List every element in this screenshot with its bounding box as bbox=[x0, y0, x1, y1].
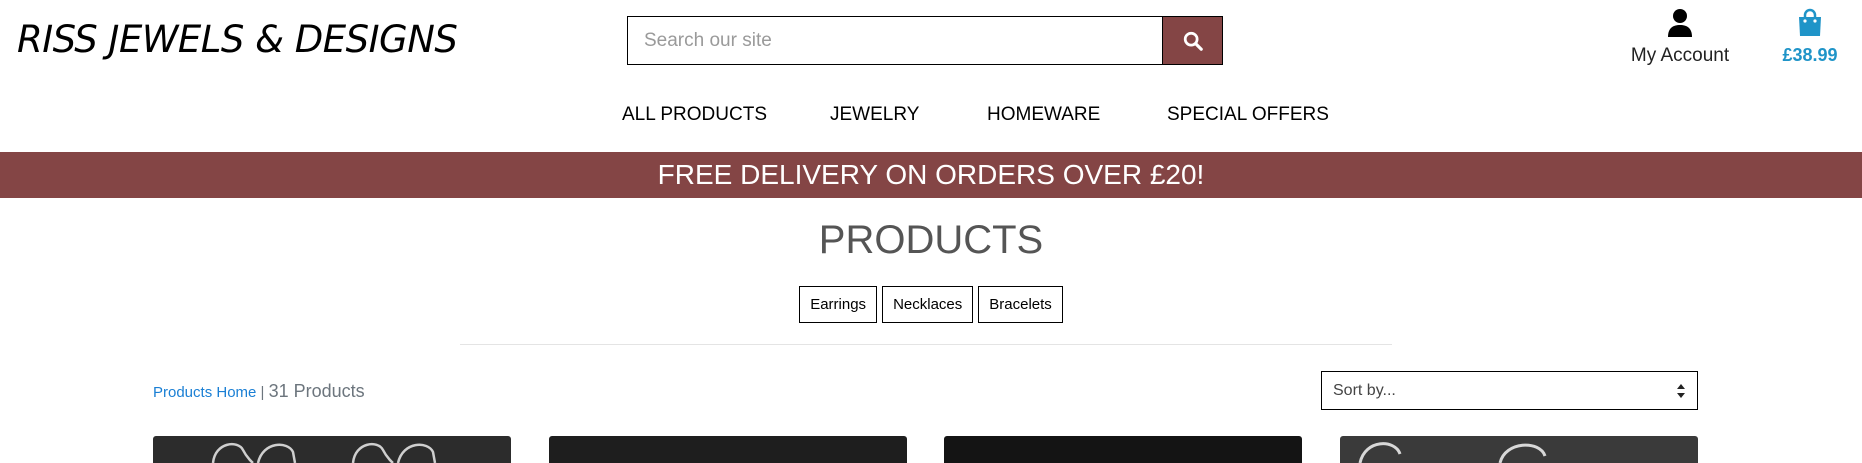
section-divider bbox=[460, 344, 1392, 345]
category-filters: Earrings Necklaces Bracelets bbox=[0, 286, 1862, 323]
sort-arrows-icon bbox=[1677, 383, 1685, 398]
product-photo bbox=[549, 436, 907, 463]
search-form bbox=[627, 16, 1223, 65]
page-title: PRODUCTS bbox=[818, 218, 1044, 262]
category-earrings-button[interactable]: Earrings bbox=[799, 286, 878, 323]
earring-photo bbox=[1340, 436, 1698, 463]
cart-total: £38.99 bbox=[1782, 45, 1838, 65]
breadcrumb-separator: | bbox=[260, 384, 265, 401]
my-account-label: My Account bbox=[1630, 45, 1730, 66]
main-nav: ALL PRODUCTS JEWELRY HOMEWARE SPECIAL OF… bbox=[0, 104, 1862, 130]
breadcrumb: Products Home | 31 Products bbox=[153, 381, 365, 402]
search-icon bbox=[1183, 31, 1203, 51]
product-image[interactable] bbox=[153, 436, 511, 463]
product-image[interactable] bbox=[944, 436, 1302, 463]
product-image[interactable] bbox=[1340, 436, 1698, 463]
nav-homeware[interactable]: HOMEWARE bbox=[987, 104, 1100, 126]
search-button[interactable] bbox=[1162, 16, 1223, 65]
nav-all-products[interactable]: ALL PRODUCTS bbox=[622, 104, 767, 126]
shopping-bag-icon bbox=[1799, 8, 1821, 36]
nav-jewelry[interactable]: JEWELRY bbox=[830, 104, 919, 126]
user-icon bbox=[1668, 9, 1692, 37]
site-logo[interactable]: RISS JEWELS & DESIGNS bbox=[17, 18, 458, 61]
search-input[interactable] bbox=[627, 16, 1162, 65]
nav-special-offers[interactable]: SPECIAL OFFERS bbox=[1167, 104, 1329, 126]
sort-select-value: Sort by... bbox=[1333, 381, 1396, 399]
promo-banner: FREE DELIVERY ON ORDERS OVER £20! bbox=[0, 152, 1862, 198]
product-image[interactable] bbox=[549, 436, 907, 463]
category-bracelets-button[interactable]: Bracelets bbox=[978, 286, 1063, 323]
cart-link[interactable]: £38.99 bbox=[1770, 8, 1850, 66]
sort-select[interactable]: Sort by... bbox=[1321, 371, 1698, 410]
product-photo bbox=[944, 436, 1302, 463]
earring-photo bbox=[153, 436, 511, 463]
products-home-link[interactable]: Products Home bbox=[153, 384, 256, 401]
my-account-link[interactable]: My Account bbox=[1622, 8, 1738, 67]
product-count: 31 Products bbox=[268, 381, 365, 401]
category-necklaces-button[interactable]: Necklaces bbox=[882, 286, 974, 323]
